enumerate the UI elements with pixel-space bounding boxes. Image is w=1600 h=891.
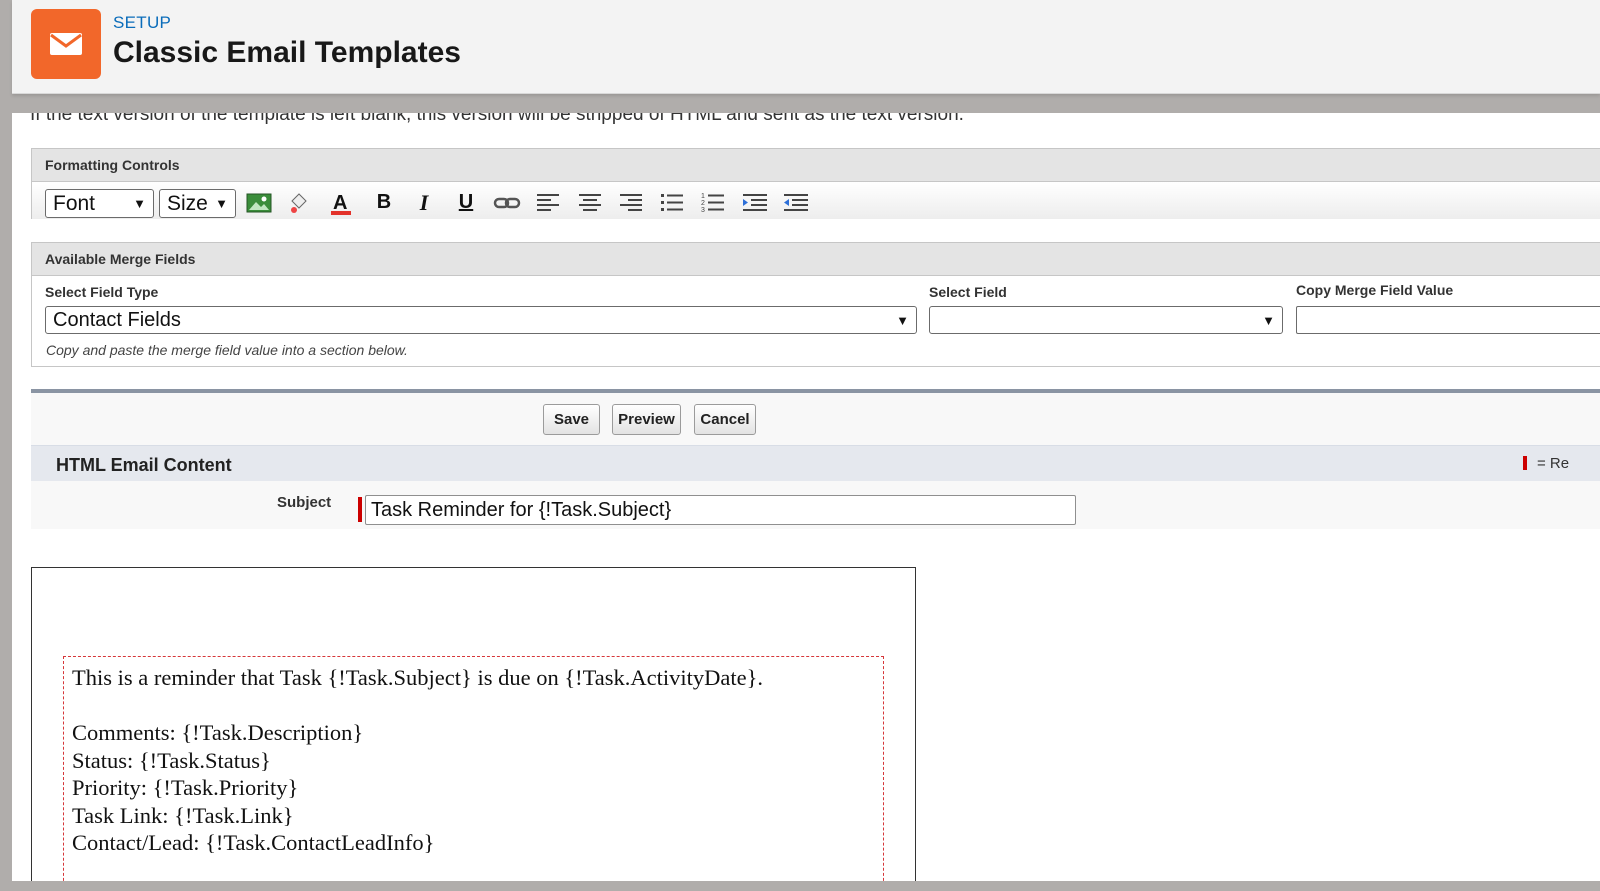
size-select-value: Size xyxy=(167,191,208,215)
background-color-icon[interactable] xyxy=(284,190,312,215)
svg-text:A: A xyxy=(333,192,347,214)
indent-icon[interactable] xyxy=(741,190,769,215)
required-legend-text: = Re xyxy=(1537,455,1570,472)
intro-text: If the text version of the template is l… xyxy=(30,113,964,125)
page-header: SETUP Classic Email Templates xyxy=(12,0,1600,94)
align-center-icon[interactable] xyxy=(576,190,604,215)
italic-icon[interactable]: I xyxy=(410,190,438,215)
subject-input[interactable]: Task Reminder for {!Task.Subject} xyxy=(365,495,1076,525)
font-select[interactable]: Font ▼ xyxy=(45,189,154,218)
underline-icon[interactable]: U xyxy=(452,190,480,215)
font-select-value: Font xyxy=(53,191,96,215)
chevron-down-icon: ▼ xyxy=(1262,312,1275,328)
html-body-editor[interactable]: This is a reminder that Task {!Task.Subj… xyxy=(31,567,916,881)
body-line: Status: {!Task.Status} xyxy=(72,747,271,773)
required-legend: = Re xyxy=(1523,455,1569,472)
bullet-list-icon[interactable] xyxy=(658,190,686,215)
chevron-down-icon: ▼ xyxy=(215,196,228,211)
select-field-dropdown[interactable]: ▼ xyxy=(929,306,1283,334)
chevron-down-icon: ▼ xyxy=(896,312,909,328)
email-body[interactable]: This is a reminder that Task {!Task.Subj… xyxy=(63,656,884,881)
svg-text:2: 2 xyxy=(701,200,705,207)
bold-icon[interactable]: B xyxy=(370,190,398,215)
svg-text:1: 1 xyxy=(701,193,705,200)
email-icon xyxy=(31,9,101,79)
formatting-toolbar: Font ▼ Size ▼ A B I U 1 2 3 xyxy=(32,182,1600,219)
size-select[interactable]: Size ▼ xyxy=(159,189,236,218)
copy-merge-field-label: Copy Merge Field Value xyxy=(1296,282,1454,298)
formatting-controls-title: Formatting Controls xyxy=(32,149,1600,182)
merge-fields-title: Available Merge Fields xyxy=(32,243,1600,276)
page-title: Classic Email Templates xyxy=(113,36,461,69)
page-content: If the text version of the template is l… xyxy=(12,113,1600,881)
body-line: Comments: {!Task.Description} xyxy=(72,720,364,745)
outdent-icon[interactable] xyxy=(782,190,810,215)
required-indicator xyxy=(358,497,362,522)
align-right-icon[interactable] xyxy=(617,190,645,215)
align-left-icon[interactable] xyxy=(534,190,562,215)
field-type-value: Contact Fields xyxy=(53,308,181,331)
email-content-section: Save Preview Cancel HTML Email Content =… xyxy=(31,389,1600,529)
merge-help-text: Copy and paste the merge field value int… xyxy=(46,342,408,358)
section-title: HTML Email Content xyxy=(56,455,232,475)
numbered-list-icon[interactable]: 123 xyxy=(699,190,727,215)
section-header: HTML Email Content = Re xyxy=(31,445,1600,481)
body-line: Priority: {!Task.Priority} xyxy=(72,775,299,800)
setup-breadcrumb[interactable]: SETUP xyxy=(113,13,171,33)
merge-fields-panel: Available Merge Fields Select Field Type… xyxy=(31,242,1600,367)
cancel-button[interactable]: Cancel xyxy=(694,404,756,435)
body-line: Contact/Lead: {!Task.ContactLeadInfo} xyxy=(72,830,435,855)
subject-label: Subject xyxy=(277,494,332,511)
preview-button[interactable]: Preview xyxy=(612,404,681,435)
formatting-controls-panel: Formatting Controls Font ▼ Size ▼ A B I … xyxy=(31,148,1600,219)
copy-merge-field-input[interactable] xyxy=(1296,306,1600,334)
text-color-icon[interactable]: A xyxy=(327,190,355,215)
save-button[interactable]: Save xyxy=(543,404,600,435)
required-indicator xyxy=(1523,456,1527,470)
field-type-select[interactable]: Contact Fields ▼ xyxy=(45,306,917,334)
body-line: Task Link: {!Task.Link} xyxy=(72,802,294,828)
svg-text:3: 3 xyxy=(701,207,705,214)
insert-image-icon[interactable] xyxy=(245,190,273,215)
body-blank-line xyxy=(72,692,875,720)
select-field-label: Select Field xyxy=(929,284,1007,300)
body-line: This is a reminder that Task {!Task.Subj… xyxy=(72,665,764,690)
subject-value: Task Reminder for {!Task.Subject} xyxy=(371,498,672,521)
field-type-label: Select Field Type xyxy=(45,284,159,300)
chevron-down-icon: ▼ xyxy=(133,196,146,211)
link-icon[interactable] xyxy=(493,190,521,215)
